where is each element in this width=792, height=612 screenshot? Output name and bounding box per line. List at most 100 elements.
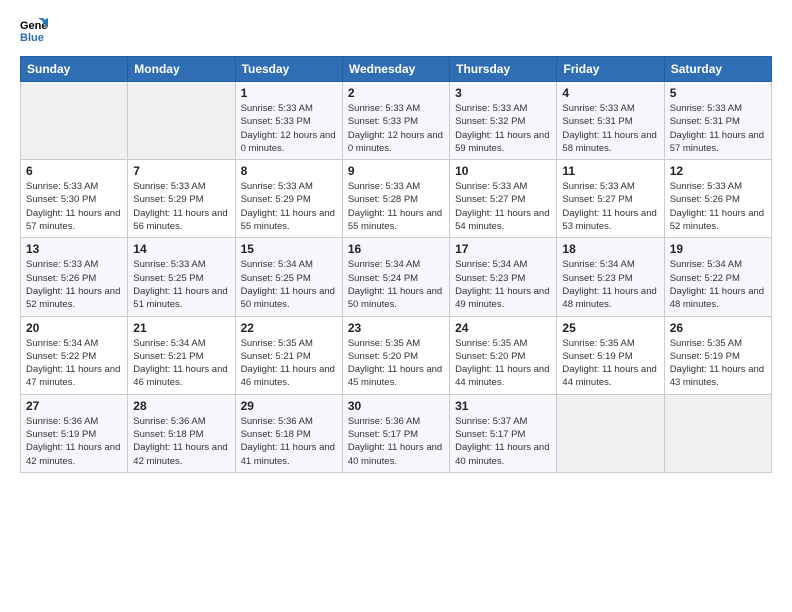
day-number: 22: [241, 321, 337, 335]
calendar-cell: 29 Sunrise: 5:36 AMSunset: 5:18 PMDaylig…: [235, 394, 342, 472]
calendar-week-row: 20 Sunrise: 5:34 AMSunset: 5:22 PMDaylig…: [21, 316, 772, 394]
day-number: 19: [670, 242, 766, 256]
calendar-cell: 12 Sunrise: 5:33 AMSunset: 5:26 PMDaylig…: [664, 160, 771, 238]
svg-text:Blue: Blue: [20, 32, 44, 44]
day-number: 9: [348, 164, 444, 178]
calendar-cell: [21, 82, 128, 160]
day-number: 24: [455, 321, 551, 335]
column-header-sunday: Sunday: [21, 57, 128, 82]
calendar-cell: 31 Sunrise: 5:37 AMSunset: 5:17 PMDaylig…: [450, 394, 557, 472]
calendar-cell: 26 Sunrise: 5:35 AMSunset: 5:19 PMDaylig…: [664, 316, 771, 394]
day-info: Sunrise: 5:37 AMSunset: 5:17 PMDaylight:…: [455, 415, 551, 468]
day-number: 25: [562, 321, 658, 335]
page: General Blue SundayMondayTuesdayWednesda…: [0, 0, 792, 483]
day-info: Sunrise: 5:36 AMSunset: 5:17 PMDaylight:…: [348, 415, 444, 468]
day-number: 16: [348, 242, 444, 256]
day-info: Sunrise: 5:33 AMSunset: 5:31 PMDaylight:…: [670, 102, 766, 155]
column-header-friday: Friday: [557, 57, 664, 82]
header: General Blue: [20, 16, 772, 44]
day-info: Sunrise: 5:34 AMSunset: 5:22 PMDaylight:…: [26, 337, 122, 390]
day-number: 31: [455, 399, 551, 413]
day-number: 28: [133, 399, 229, 413]
calendar-cell: 22 Sunrise: 5:35 AMSunset: 5:21 PMDaylig…: [235, 316, 342, 394]
day-number: 29: [241, 399, 337, 413]
calendar-cell: 1 Sunrise: 5:33 AMSunset: 5:33 PMDayligh…: [235, 82, 342, 160]
day-number: 5: [670, 86, 766, 100]
day-info: Sunrise: 5:36 AMSunset: 5:18 PMDaylight:…: [241, 415, 337, 468]
day-number: 10: [455, 164, 551, 178]
column-header-monday: Monday: [128, 57, 235, 82]
day-info: Sunrise: 5:33 AMSunset: 5:27 PMDaylight:…: [455, 180, 551, 233]
day-number: 26: [670, 321, 766, 335]
calendar-week-row: 6 Sunrise: 5:33 AMSunset: 5:30 PMDayligh…: [21, 160, 772, 238]
calendar-cell: 3 Sunrise: 5:33 AMSunset: 5:32 PMDayligh…: [450, 82, 557, 160]
calendar-cell: 16 Sunrise: 5:34 AMSunset: 5:24 PMDaylig…: [342, 238, 449, 316]
calendar-week-row: 13 Sunrise: 5:33 AMSunset: 5:26 PMDaylig…: [21, 238, 772, 316]
day-info: Sunrise: 5:34 AMSunset: 5:24 PMDaylight:…: [348, 258, 444, 311]
calendar-cell: 20 Sunrise: 5:34 AMSunset: 5:22 PMDaylig…: [21, 316, 128, 394]
day-info: Sunrise: 5:34 AMSunset: 5:22 PMDaylight:…: [670, 258, 766, 311]
day-info: Sunrise: 5:35 AMSunset: 5:19 PMDaylight:…: [670, 337, 766, 390]
calendar-cell: 13 Sunrise: 5:33 AMSunset: 5:26 PMDaylig…: [21, 238, 128, 316]
calendar-cell: 25 Sunrise: 5:35 AMSunset: 5:19 PMDaylig…: [557, 316, 664, 394]
day-number: 2: [348, 86, 444, 100]
calendar-cell: [664, 394, 771, 472]
day-info: Sunrise: 5:33 AMSunset: 5:30 PMDaylight:…: [26, 180, 122, 233]
calendar-cell: [128, 82, 235, 160]
day-number: 21: [133, 321, 229, 335]
calendar-cell: 5 Sunrise: 5:33 AMSunset: 5:31 PMDayligh…: [664, 82, 771, 160]
day-number: 30: [348, 399, 444, 413]
day-number: 13: [26, 242, 122, 256]
day-info: Sunrise: 5:36 AMSunset: 5:18 PMDaylight:…: [133, 415, 229, 468]
calendar-table: SundayMondayTuesdayWednesdayThursdayFrid…: [20, 56, 772, 473]
day-info: Sunrise: 5:33 AMSunset: 5:31 PMDaylight:…: [562, 102, 658, 155]
calendar-header-row: SundayMondayTuesdayWednesdayThursdayFrid…: [21, 57, 772, 82]
calendar-cell: 8 Sunrise: 5:33 AMSunset: 5:29 PMDayligh…: [235, 160, 342, 238]
day-info: Sunrise: 5:33 AMSunset: 5:27 PMDaylight:…: [562, 180, 658, 233]
calendar-week-row: 1 Sunrise: 5:33 AMSunset: 5:33 PMDayligh…: [21, 82, 772, 160]
day-info: Sunrise: 5:33 AMSunset: 5:33 PMDaylight:…: [241, 102, 337, 155]
calendar-cell: 9 Sunrise: 5:33 AMSunset: 5:28 PMDayligh…: [342, 160, 449, 238]
calendar-cell: 10 Sunrise: 5:33 AMSunset: 5:27 PMDaylig…: [450, 160, 557, 238]
day-info: Sunrise: 5:34 AMSunset: 5:23 PMDaylight:…: [562, 258, 658, 311]
calendar-cell: 28 Sunrise: 5:36 AMSunset: 5:18 PMDaylig…: [128, 394, 235, 472]
day-number: 7: [133, 164, 229, 178]
day-info: Sunrise: 5:33 AMSunset: 5:33 PMDaylight:…: [348, 102, 444, 155]
column-header-saturday: Saturday: [664, 57, 771, 82]
day-number: 20: [26, 321, 122, 335]
calendar-cell: 21 Sunrise: 5:34 AMSunset: 5:21 PMDaylig…: [128, 316, 235, 394]
day-info: Sunrise: 5:35 AMSunset: 5:21 PMDaylight:…: [241, 337, 337, 390]
calendar-cell: 6 Sunrise: 5:33 AMSunset: 5:30 PMDayligh…: [21, 160, 128, 238]
day-number: 8: [241, 164, 337, 178]
day-number: 23: [348, 321, 444, 335]
day-number: 15: [241, 242, 337, 256]
day-info: Sunrise: 5:36 AMSunset: 5:19 PMDaylight:…: [26, 415, 122, 468]
logo-icon: General Blue: [20, 16, 48, 44]
day-number: 6: [26, 164, 122, 178]
day-info: Sunrise: 5:35 AMSunset: 5:20 PMDaylight:…: [455, 337, 551, 390]
calendar-cell: 24 Sunrise: 5:35 AMSunset: 5:20 PMDaylig…: [450, 316, 557, 394]
calendar-cell: 11 Sunrise: 5:33 AMSunset: 5:27 PMDaylig…: [557, 160, 664, 238]
day-info: Sunrise: 5:34 AMSunset: 5:23 PMDaylight:…: [455, 258, 551, 311]
logo: General Blue: [20, 16, 52, 44]
day-number: 1: [241, 86, 337, 100]
calendar-cell: [557, 394, 664, 472]
day-number: 14: [133, 242, 229, 256]
day-number: 27: [26, 399, 122, 413]
calendar-cell: 23 Sunrise: 5:35 AMSunset: 5:20 PMDaylig…: [342, 316, 449, 394]
day-info: Sunrise: 5:35 AMSunset: 5:19 PMDaylight:…: [562, 337, 658, 390]
day-number: 11: [562, 164, 658, 178]
day-info: Sunrise: 5:34 AMSunset: 5:25 PMDaylight:…: [241, 258, 337, 311]
column-header-wednesday: Wednesday: [342, 57, 449, 82]
column-header-tuesday: Tuesday: [235, 57, 342, 82]
day-info: Sunrise: 5:35 AMSunset: 5:20 PMDaylight:…: [348, 337, 444, 390]
day-info: Sunrise: 5:34 AMSunset: 5:21 PMDaylight:…: [133, 337, 229, 390]
day-number: 3: [455, 86, 551, 100]
day-number: 12: [670, 164, 766, 178]
day-number: 17: [455, 242, 551, 256]
calendar-cell: 7 Sunrise: 5:33 AMSunset: 5:29 PMDayligh…: [128, 160, 235, 238]
day-info: Sunrise: 5:33 AMSunset: 5:25 PMDaylight:…: [133, 258, 229, 311]
day-number: 18: [562, 242, 658, 256]
calendar-cell: 2 Sunrise: 5:33 AMSunset: 5:33 PMDayligh…: [342, 82, 449, 160]
day-info: Sunrise: 5:33 AMSunset: 5:29 PMDaylight:…: [133, 180, 229, 233]
